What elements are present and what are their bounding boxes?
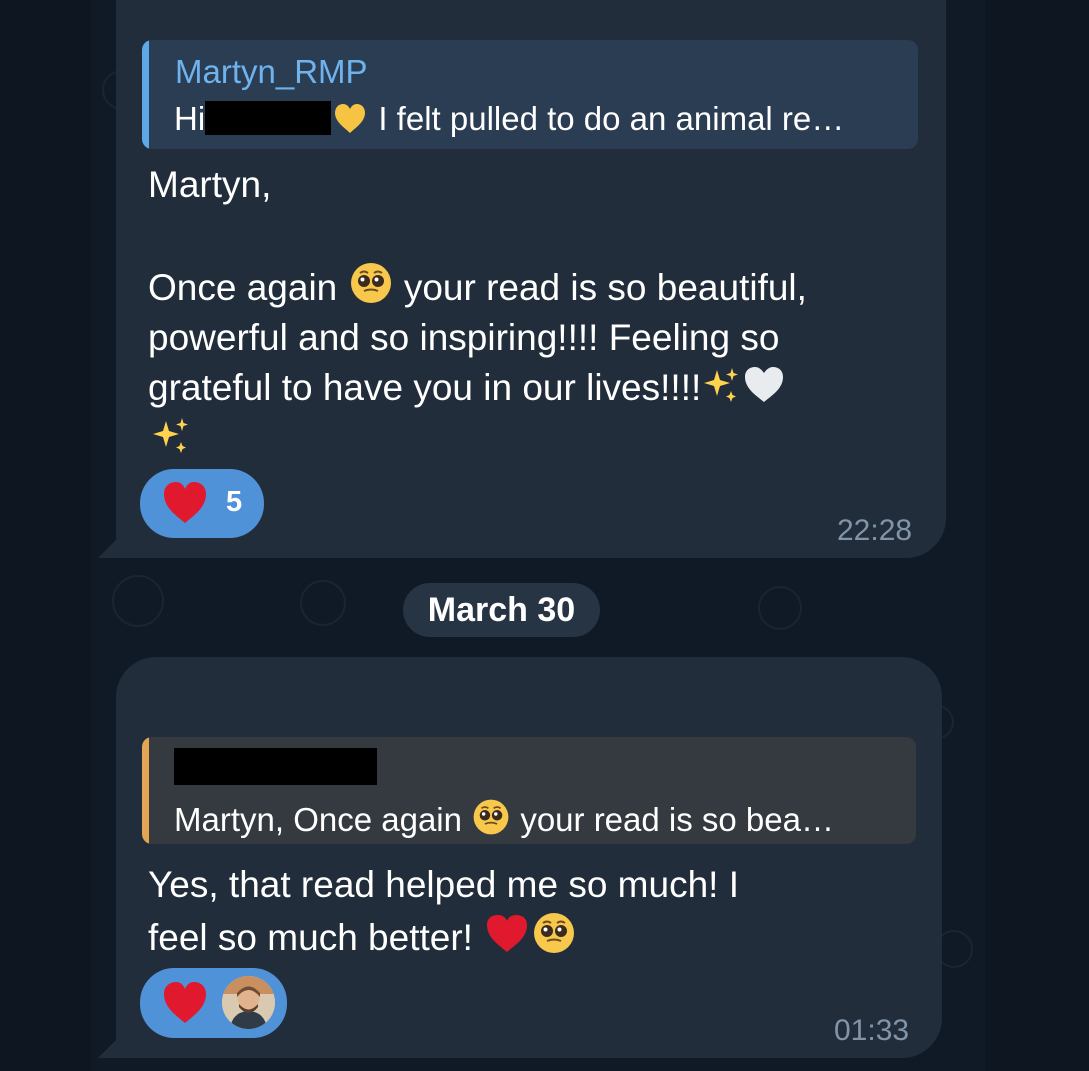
reaction-count: 5	[226, 486, 243, 518]
message-line	[148, 413, 807, 466]
message-time: 01:33	[834, 1014, 910, 1047]
redacted-author	[174, 748, 377, 785]
sparkles-icon	[148, 413, 192, 459]
background-doodle-circle	[300, 580, 346, 626]
yellow-heart-icon	[331, 102, 369, 136]
sparkles-icon	[701, 364, 741, 406]
reaction-chip[interactable]	[140, 968, 287, 1038]
message-line-end: your read is so beautiful,	[403, 267, 807, 308]
message-line-start: Once again	[148, 267, 338, 308]
reply-snippet-prefix: Hi	[174, 100, 206, 137]
message-bubble[interactable]: Martyn_RMP Hi I felt pulled to do an ani…	[98, 0, 946, 558]
pleading-face-icon	[471, 797, 511, 837]
reaction-avatar	[222, 976, 275, 1029]
reply-snippet-suffix: I felt pulled to do an animal re…	[369, 100, 845, 137]
white-heart-icon	[741, 364, 787, 406]
message-body: Yes, that read helped me so much! I feel…	[148, 860, 739, 963]
date-separator: March 30	[403, 583, 600, 637]
message-line: grateful to have you in our lives!!!!	[148, 363, 807, 413]
reaction-chip[interactable]: 5	[140, 469, 264, 538]
message-line-text: feel so much better!	[148, 917, 473, 958]
message-body: Martyn, Once again your read is so beaut…	[148, 160, 807, 466]
background-doodle-circle	[758, 586, 802, 630]
reply-author: Martyn_RMP	[175, 53, 368, 90]
message-line	[148, 210, 807, 260]
pleading-face-icon	[348, 260, 394, 306]
red-heart-icon	[483, 912, 531, 956]
reply-preview[interactable]: Martyn, Once again your read is so bea…	[142, 737, 916, 844]
redaction-box	[205, 101, 332, 136]
message-line: Yes, that read helped me so much! I	[148, 864, 739, 905]
reply-snippet: Martyn, Once again your read is so bea…	[174, 797, 834, 839]
reply-snippet-suffix: your read is so bea…	[520, 801, 834, 838]
reply-accent-bar	[142, 40, 149, 149]
message-line: Martyn,	[148, 164, 272, 205]
reply-snippet: Hi I felt pulled to do an animal re…	[174, 100, 844, 138]
reply-accent-bar	[142, 737, 149, 844]
red-heart-icon	[160, 479, 210, 527]
message-time: 22:28	[837, 514, 913, 547]
reply-preview[interactable]: Martyn_RMP Hi I felt pulled to do an ani…	[142, 40, 918, 149]
message-line-text: grateful to have you in our lives!!!!	[148, 367, 702, 408]
background-doodle-circle	[112, 575, 164, 627]
pleading-face-icon	[531, 910, 577, 956]
red-heart-icon	[160, 979, 210, 1027]
message-line: feel so much better!	[148, 910, 739, 963]
message-line: Once again your read is so beautiful,	[148, 260, 807, 313]
message-line: powerful and so inspiring!!!! Feeling so	[148, 317, 780, 358]
message-bubble[interactable]: Martyn, Once again your read is so bea… …	[98, 657, 942, 1058]
reply-snippet-prefix: Martyn, Once again	[174, 801, 462, 838]
